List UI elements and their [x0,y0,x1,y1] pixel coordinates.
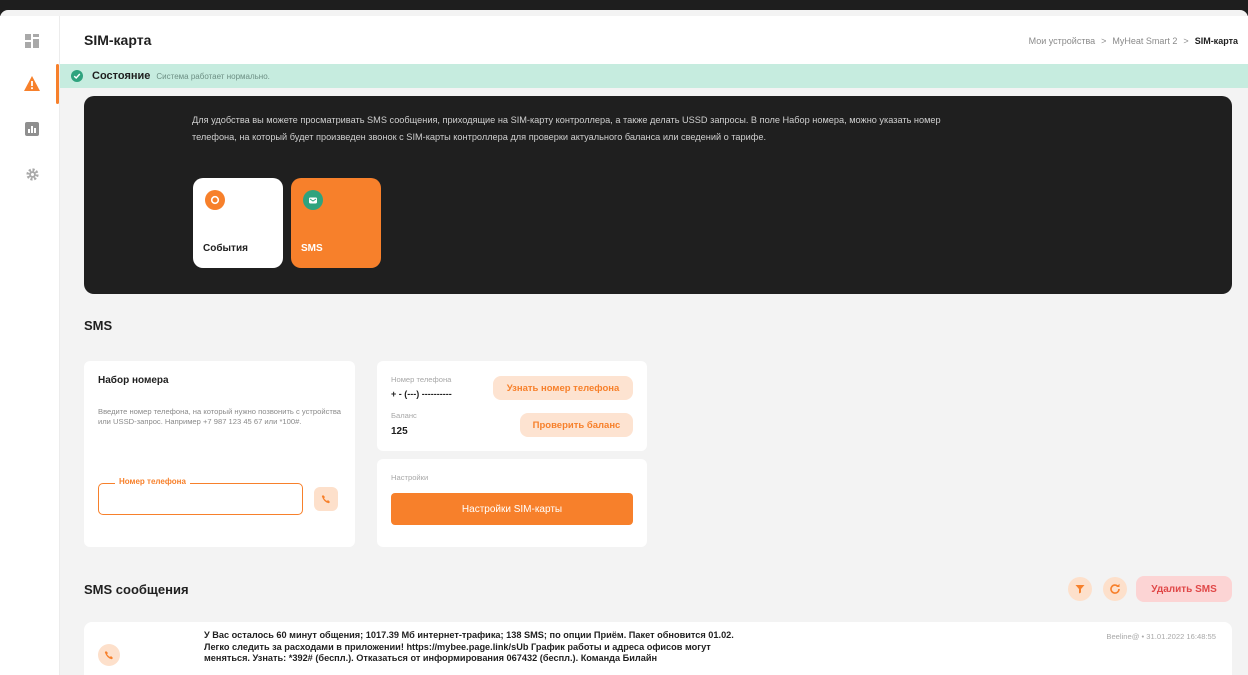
phone-info-label: Номер телефона [391,375,452,384]
banner-text: Для удобства вы можете просматривать SMS… [192,115,941,142]
sidebar [0,16,60,675]
breadcrumb: Мои устройства > MyHeat Smart 2 > SIM-ка… [1029,36,1238,46]
tab-sms[interactable]: SMS [291,178,381,268]
phone-number-input[interactable]: Номер телефона [98,477,303,515]
status-title: Состояние [92,70,151,82]
message-text: У Вас осталось 60 минут общения; 1017.39… [204,630,734,663]
warning-icon[interactable] [23,74,41,92]
refresh-icon [1110,583,1120,594]
message-list-item[interactable]: У Вас осталось 60 минут общения; 1017.39… [84,622,1232,675]
info-banner: Для удобства вы можете просматривать SMS… [84,96,1232,294]
dial-title: Набор номера [98,375,169,386]
breadcrumb-item-current: SIM-карта [1194,36,1238,46]
filter-icon [1075,585,1085,594]
bar-chart-icon[interactable] [23,120,41,138]
dashboard-icon[interactable] [23,32,41,50]
call-button[interactable] [314,487,338,511]
sim-info-panel: Номер телефона + - (---) ---------- Узна… [377,361,647,451]
message-icon [303,190,323,210]
breadcrumb-item-devices[interactable]: Мои устройства [1029,36,1096,46]
settings-label: Настройки [391,473,429,482]
sidebar-active-indicator [56,64,59,104]
filter-button[interactable] [1068,577,1092,601]
check-balance-button[interactable]: Проверить баланс [520,413,633,437]
status-text: Система работает нормально. [156,71,270,81]
phone-info-value: + - (---) ---------- [391,389,452,399]
breadcrumb-item-device[interactable]: MyHeat Smart 2 [1112,36,1177,46]
phone-number-label: Номер телефона [115,477,190,486]
phone-icon [98,644,120,666]
balance-label: Баланс [391,411,417,420]
tab-sms-label: SMS [301,243,323,254]
gear-icon[interactable] [23,165,41,183]
dial-description: Введите номер телефона, на который нужно… [98,407,342,426]
sim-settings-panel: Настройки Настройки SIM-карты [377,459,647,547]
tab-events[interactable]: События [193,178,283,268]
bell-icon [205,190,225,210]
delete-sms-button[interactable]: Удалить SMS [1136,576,1232,602]
breadcrumb-separator: > [1183,36,1189,46]
section-title-sms: SMS [84,318,113,333]
phone-icon [321,495,330,504]
status-bar: Состояние Система работает нормально. [60,64,1248,88]
message-meta: Beeline@ • 31.01.2022 16:48:55 [1106,632,1216,641]
sim-settings-button[interactable]: Настройки SIM-карты [391,493,633,525]
page-header: SIM-карта Мои устройства > MyHeat Smart … [60,16,1248,64]
page-title: SIM-карта [84,32,152,48]
tab-events-label: События [203,243,248,254]
section-title-messages: SMS сообщения [84,582,189,597]
balance-value: 125 [391,426,408,437]
refresh-button[interactable] [1103,577,1127,601]
dial-panel: Набор номера Введите номер телефона, на … [84,361,355,547]
breadcrumb-separator: > [1101,36,1107,46]
find-phone-button[interactable]: Узнать номер телефона [493,376,633,400]
check-circle-icon [71,70,83,82]
